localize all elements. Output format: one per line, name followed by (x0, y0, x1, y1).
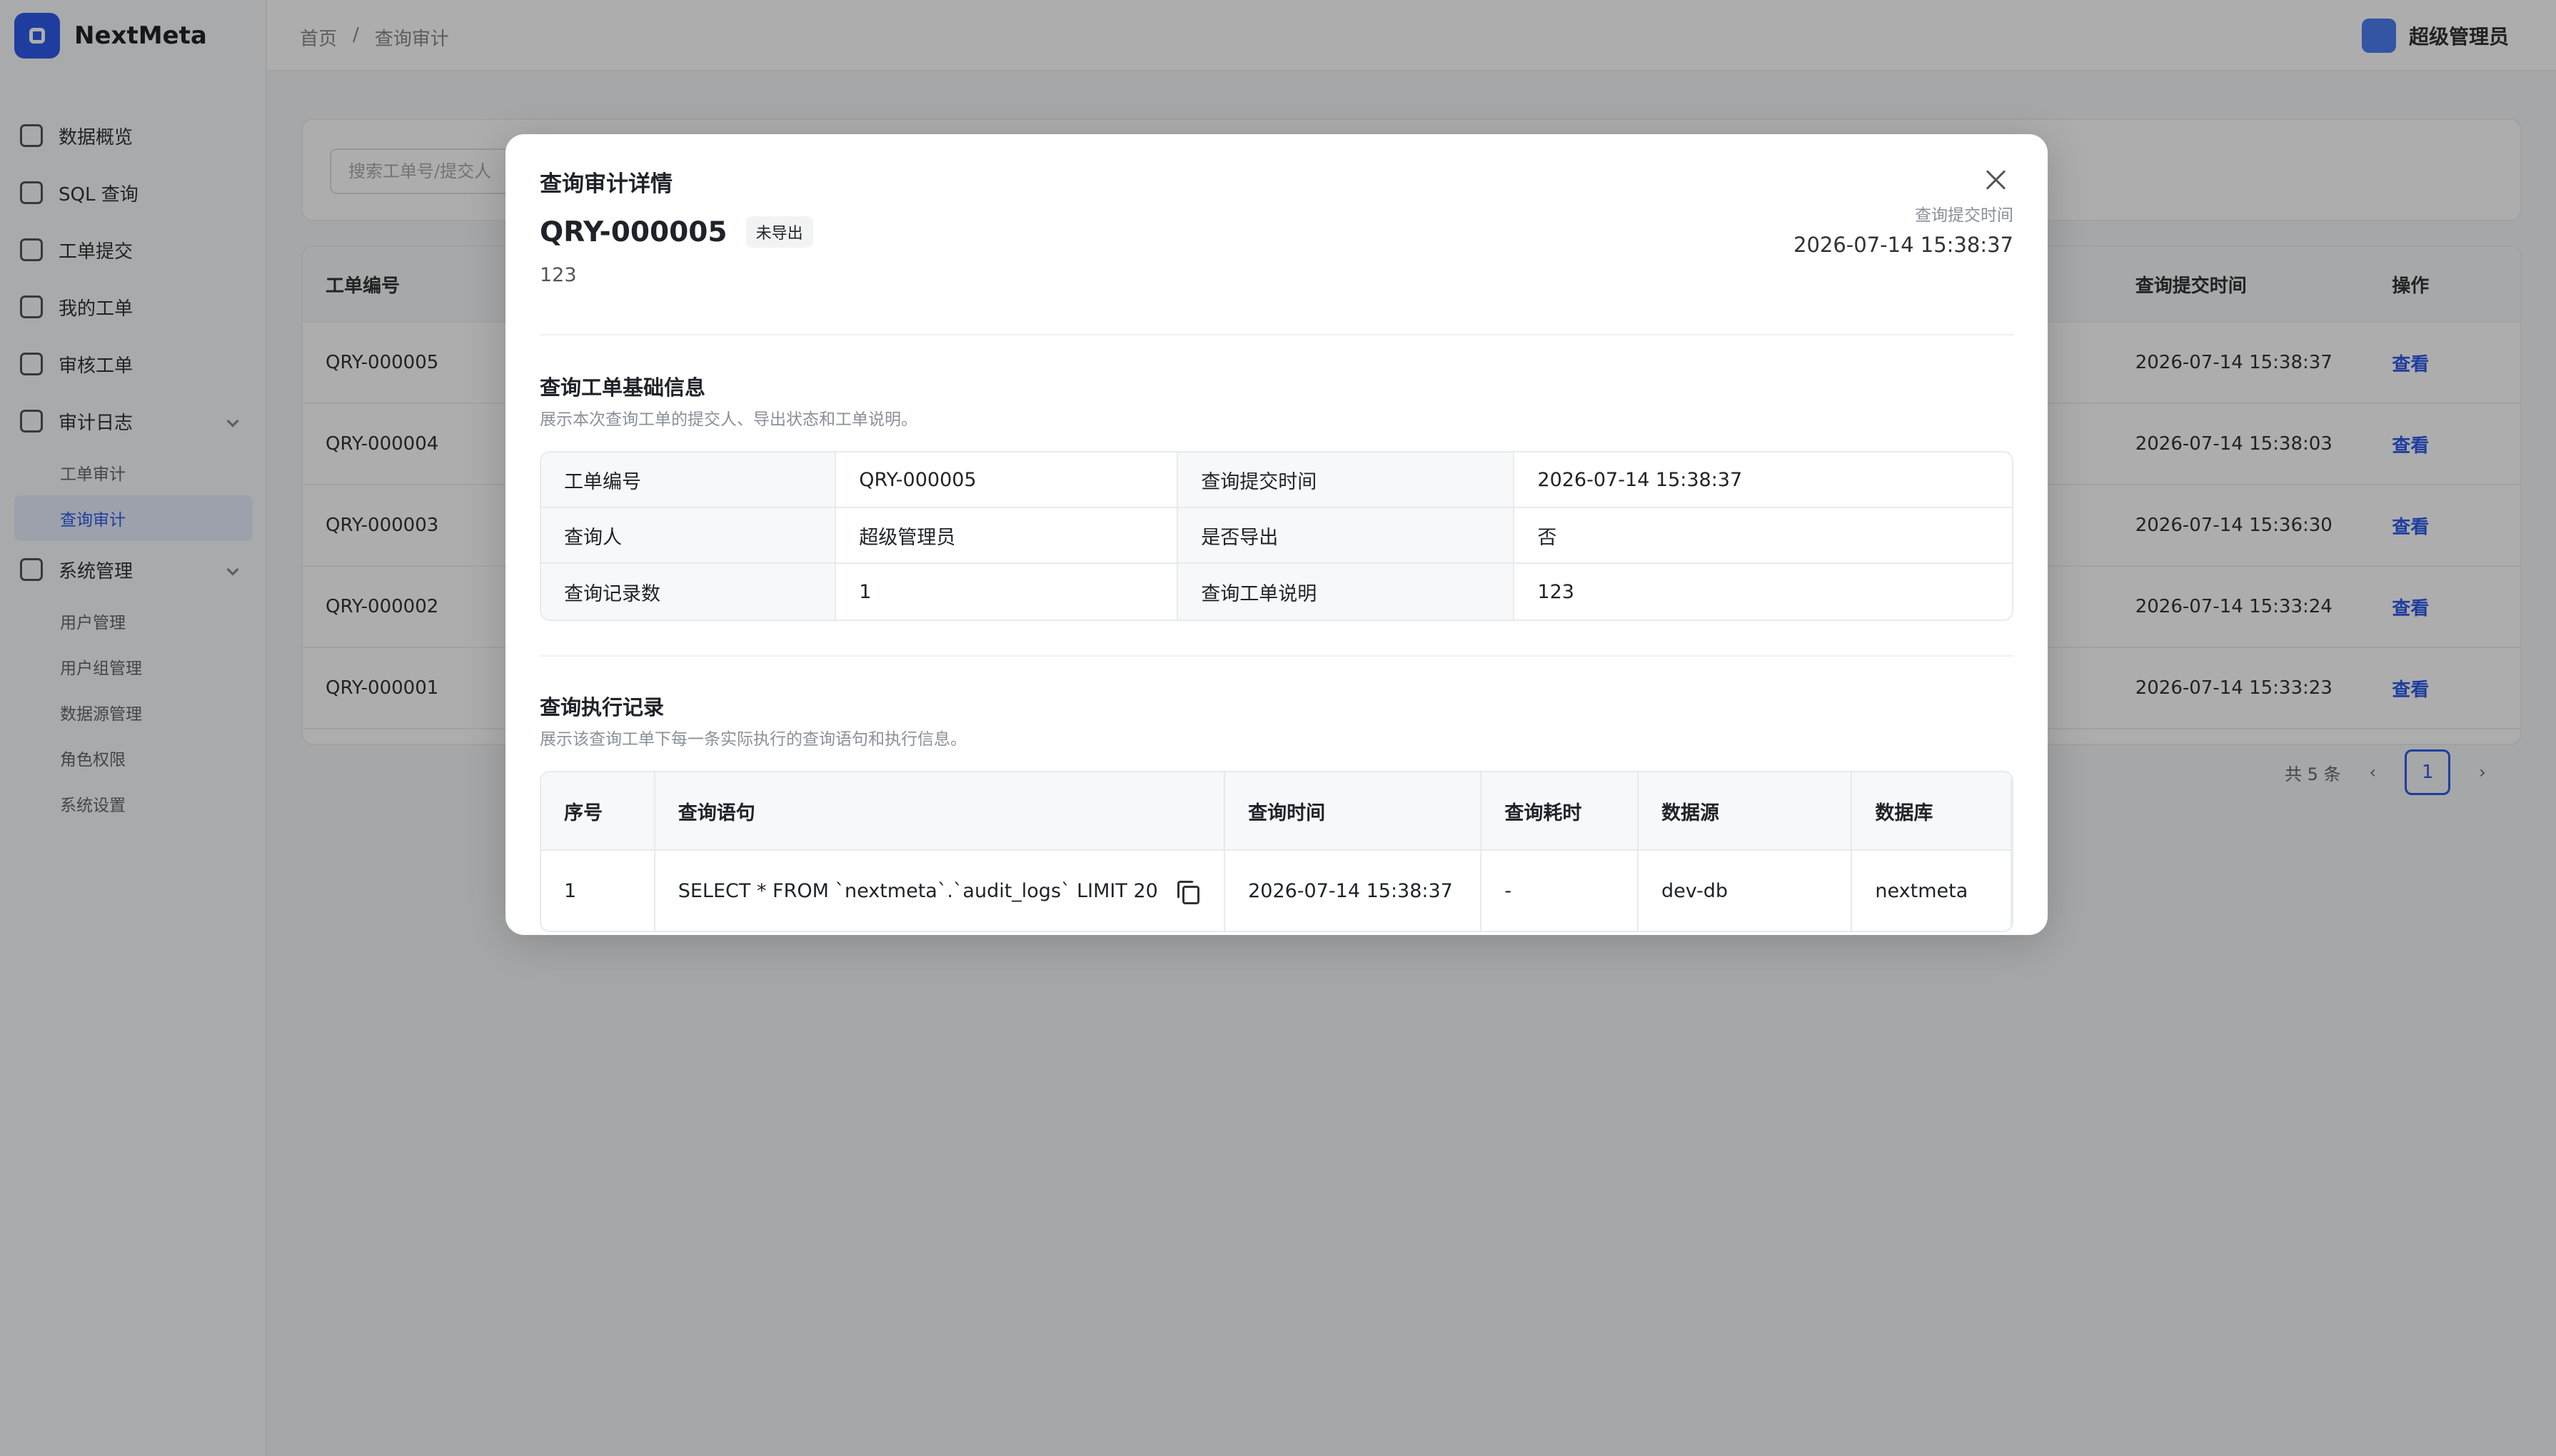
section-divider (540, 655, 2013, 657)
submit-time-label: 查询提交时间 (1915, 206, 2013, 225)
exec-records-title: 查询执行记录 (540, 695, 665, 719)
column-header: 数据库 (1852, 772, 2012, 849)
info-label: 是否导出 (1178, 508, 1515, 562)
column-header: 序号 (541, 772, 655, 849)
info-label: 查询记录数 (541, 564, 837, 620)
info-label: 查询提交时间 (1178, 453, 1515, 507)
info-label: 查询工单说明 (1178, 564, 1515, 620)
database: nextmeta (1852, 851, 2012, 931)
info-value: 否 (1537, 526, 1557, 549)
basic-info-subtitle: 展示本次查询工单的提交人、导出状态和工单说明。 (540, 410, 917, 429)
basic-info-title: 查询工单基础信息 (540, 375, 706, 400)
sql-cell: SELECT * FROM `nextmeta`.`audit_logs` LI… (655, 851, 1226, 931)
info-row: 查询人 超级管理员 是否导出 否 (541, 508, 2012, 564)
ticket-description: 123 (540, 264, 577, 286)
column-header: 查询耗时 (1481, 772, 1639, 849)
close-icon[interactable] (1978, 161, 2015, 198)
table-header: 序号 查询语句 查询时间 查询耗时 数据源 数据库 (541, 772, 2012, 851)
datasource: dev-db (1639, 851, 1853, 931)
column-header: 数据源 (1639, 772, 1853, 849)
modal-title: 查询审计详情 (540, 171, 673, 197)
copy-icon[interactable] (1175, 879, 1199, 904)
info-value: QRY-000005 (836, 453, 1179, 507)
query-audit-detail-modal: 查询审计详情 QRY-000005 未导出 123 查询提交时间 2026-07… (505, 134, 2048, 935)
info-row: 查询记录数 1 查询工单说明 123 (541, 564, 2012, 620)
ticket-id: QRY-000005 (540, 216, 728, 248)
row-number: 1 (541, 851, 655, 931)
info-value: 1 (836, 564, 1179, 620)
column-header: 查询语句 (655, 772, 1226, 849)
query-duration: - (1481, 851, 1639, 931)
column-header: 查询时间 (1225, 772, 1482, 849)
exec-records-table: 序号 查询语句 查询时间 查询耗时 数据源 数据库 1 SELECT * FRO… (540, 771, 2013, 932)
submit-time-box: 查询提交时间 2026-07-14 15:38:37 (1793, 201, 2013, 257)
table-row: 1 SELECT * FROM `nextmeta`.`audit_logs` … (541, 851, 2012, 931)
ticket-header: QRY-000005 未导出 123 查询提交时间 2026-07-14 15:… (540, 206, 2013, 335)
info-value: 123 (1537, 580, 1574, 603)
info-label: 工单编号 (541, 453, 837, 507)
info-value: 2026-07-14 15:38:37 (1537, 468, 1743, 491)
export-status-badge: 未导出 (745, 216, 813, 248)
exec-records-subtitle: 展示该查询工单下每一条实际执行的查询语句和执行信息。 (540, 730, 967, 749)
basic-info-grid: 工单编号 QRY-000005 查询提交时间 2026-07-14 15:38:… (540, 451, 2013, 621)
info-row: 工单编号 QRY-000005 查询提交时间 2026-07-14 15:38:… (541, 453, 2012, 508)
info-value: 超级管理员 (836, 508, 1179, 562)
info-label: 查询人 (541, 508, 837, 562)
submit-time-value: 2026-07-14 15:38:37 (1793, 233, 2013, 257)
sql-statement: SELECT * FROM `nextmeta`.`audit_logs` LI… (678, 879, 1158, 902)
query-time: 2026-07-14 15:38:37 (1225, 851, 1482, 931)
